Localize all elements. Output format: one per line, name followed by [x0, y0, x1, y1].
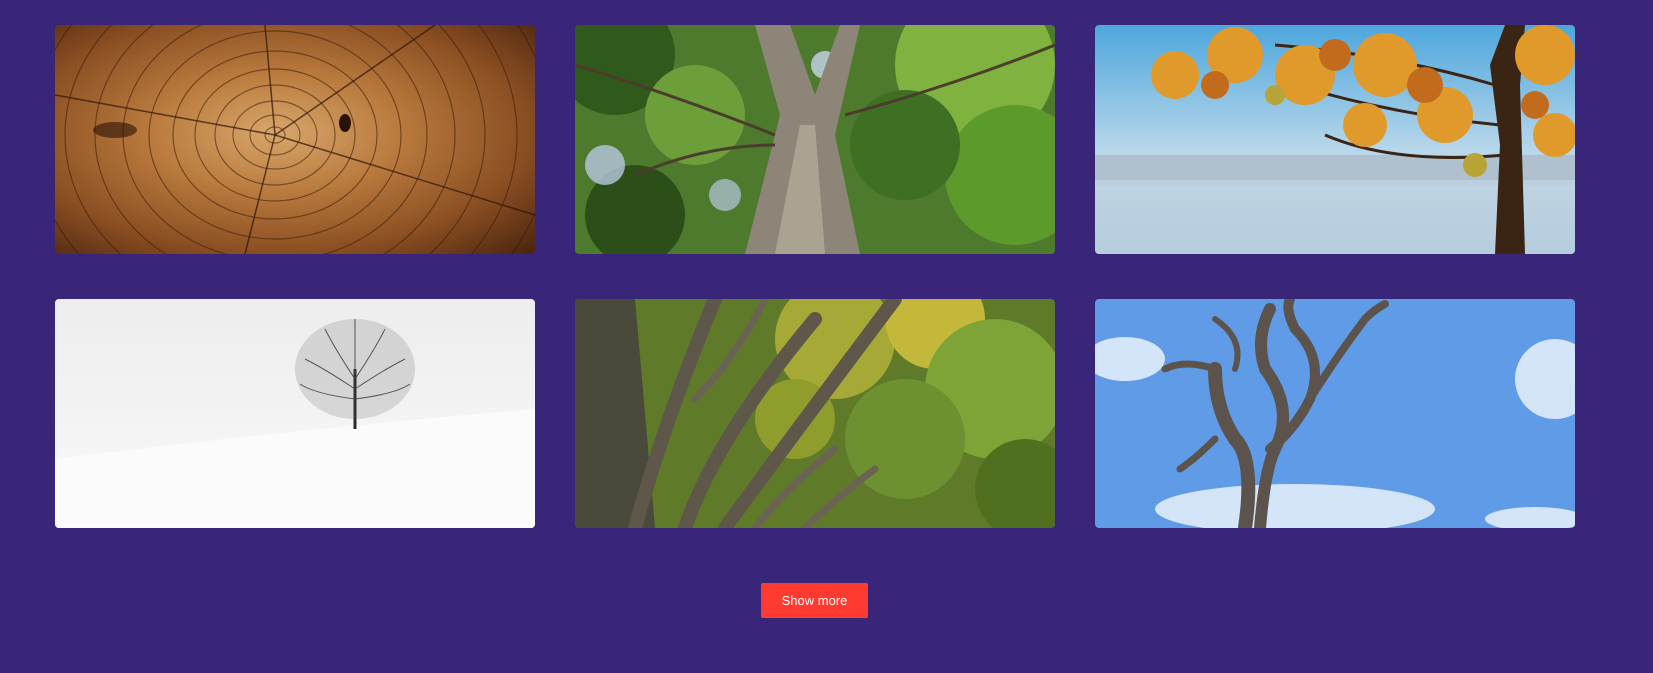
- snow-tree-image: [55, 299, 535, 528]
- image-gallery: [55, 25, 1575, 528]
- beech-canopy-image: [575, 299, 1055, 528]
- gallery-item-tree-rings[interactable]: [55, 25, 535, 254]
- tree-rings-image: [55, 25, 535, 254]
- gallery-item-twisted-tree[interactable]: [1095, 299, 1575, 528]
- twisted-tree-image: [1095, 299, 1575, 528]
- autumn-tree-image: [1095, 25, 1575, 254]
- gallery-item-beech-canopy[interactable]: [575, 299, 1055, 528]
- show-more-button[interactable]: Show more: [761, 583, 868, 618]
- gallery-item-trunk-looking-up[interactable]: [575, 25, 1055, 254]
- tree-trunk-image: [575, 25, 1055, 254]
- gallery-item-snow-tree[interactable]: [55, 299, 535, 528]
- page: Show more: [0, 0, 1653, 673]
- gallery-item-autumn-lake[interactable]: [1095, 25, 1575, 254]
